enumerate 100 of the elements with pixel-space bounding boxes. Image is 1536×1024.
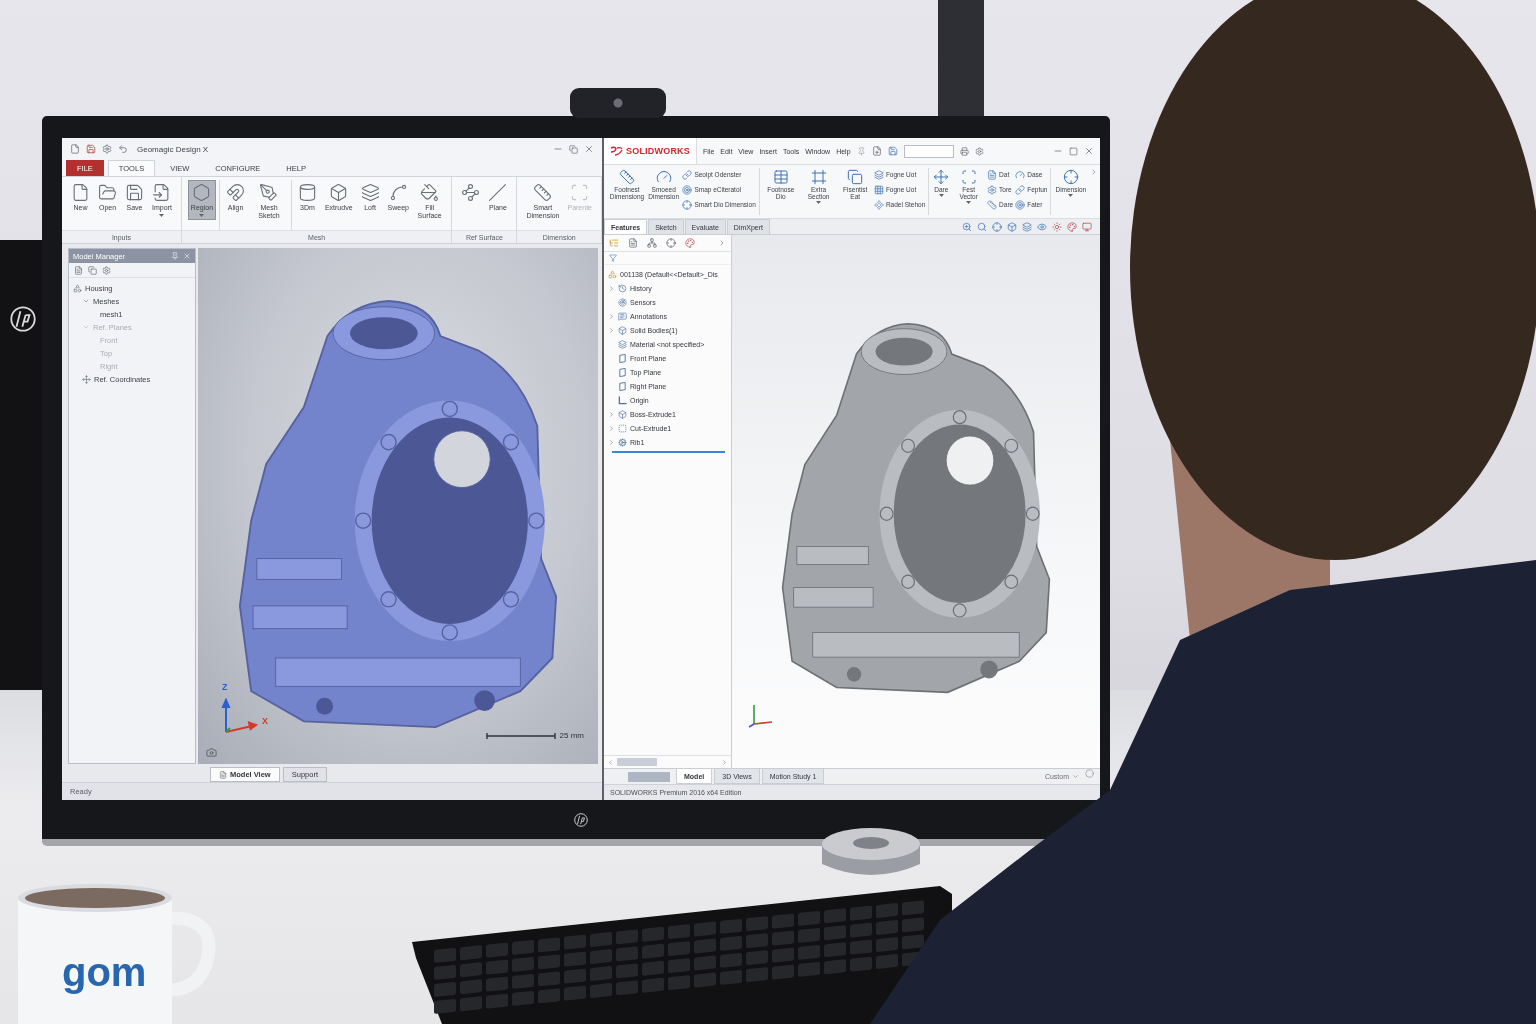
- copy-icon: [847, 169, 864, 185]
- monitor-icon[interactable]: [1082, 221, 1092, 232]
- folder-icon: [98, 183, 117, 202]
- search-field[interactable]: [903, 144, 954, 158]
- component-icon: [873, 199, 884, 210]
- axis-triad-icon: [220, 698, 260, 734]
- cube-icon: [329, 183, 349, 202]
- new-document-icon[interactable]: [871, 146, 882, 156]
- pin-icon[interactable]: [856, 146, 866, 156]
- logo-icon: [610, 146, 623, 156]
- chevron-right-icon[interactable]: [721, 758, 728, 766]
- cube-icon[interactable]: [1007, 221, 1017, 232]
- target-icon: [682, 184, 693, 195]
- crosshair-icon: [682, 199, 693, 210]
- frame-corners-icon: [570, 183, 590, 202]
- crosshair-icon: [1062, 169, 1079, 185]
- logo-icon: [574, 812, 588, 827]
- palette-icon[interactable]: [1067, 221, 1077, 232]
- layers-icon: [360, 183, 380, 202]
- logo-icon: [10, 306, 36, 332]
- eye-icon[interactable]: [1037, 221, 1047, 232]
- sun-icon[interactable]: [1052, 221, 1062, 232]
- gauge-icon: [1015, 169, 1026, 180]
- restore-icon[interactable]: [569, 144, 578, 154]
- target-icon: [1015, 199, 1026, 210]
- settings-icon[interactable]: [974, 146, 984, 156]
- document-icon: [987, 169, 998, 180]
- layers-icon[interactable]: [1022, 221, 1032, 232]
- chevron-left-icon[interactable]: [607, 758, 614, 766]
- network-icon[interactable]: [647, 238, 657, 248]
- tree-list-icon[interactable]: [609, 238, 619, 248]
- filter-icon[interactable]: [609, 254, 617, 262]
- save-icon: [125, 183, 144, 202]
- radar-icon: [618, 297, 627, 307]
- scrollbar-thumb[interactable]: [628, 772, 670, 782]
- expand-icon[interactable]: [82, 297, 90, 305]
- shapes-icon: [73, 283, 82, 293]
- printer-icon[interactable]: [959, 146, 969, 156]
- message-icon: [618, 311, 627, 321]
- layers-icon: [618, 339, 627, 349]
- magnet-icon: [226, 183, 246, 202]
- scale-bar-icon: [485, 732, 556, 739]
- paint-bucket-icon: [420, 183, 440, 202]
- camera-icon[interactable]: [206, 747, 217, 758]
- search-icon[interactable]: [977, 221, 987, 232]
- move-arrows-icon: [82, 374, 91, 384]
- axis-triad-icon: [748, 702, 774, 728]
- pen-tool-icon: [259, 183, 279, 202]
- gauge-icon: [655, 169, 672, 185]
- settings-icon: [987, 184, 998, 195]
- history-icon: [618, 283, 627, 293]
- copy-icon[interactable]: [88, 265, 97, 275]
- chevron-right-icon[interactable]: [1090, 168, 1098, 176]
- expand-icon[interactable]: [82, 323, 90, 331]
- scale-label: 25 mm: [559, 731, 584, 740]
- zoom-in-icon[interactable]: [962, 221, 972, 232]
- axis-label: X: [262, 716, 268, 726]
- nodes-icon: [461, 183, 481, 202]
- gear-icon[interactable]: [102, 144, 112, 154]
- maximize-icon[interactable]: [1069, 146, 1078, 156]
- gear-icon: [618, 437, 627, 447]
- scan-icon: [960, 169, 977, 185]
- pin-icon[interactable]: [171, 252, 179, 260]
- document-icon: [71, 183, 90, 202]
- crosshair-icon[interactable]: [992, 221, 1002, 232]
- document-icon: [219, 770, 227, 779]
- cylinder-icon: [297, 183, 317, 202]
- cube-icon: [618, 325, 627, 335]
- ruler-icon: [619, 169, 635, 185]
- grid-icon: [873, 184, 884, 195]
- origin-icon: [618, 395, 627, 405]
- close-icon[interactable]: [1084, 146, 1094, 156]
- line-icon: [488, 183, 508, 202]
- undo-icon[interactable]: [118, 144, 128, 154]
- save-icon[interactable]: [887, 146, 898, 156]
- cube-icon: [618, 409, 627, 419]
- close-icon[interactable]: [183, 252, 191, 260]
- window-title: Geomagic Design X: [137, 144, 209, 154]
- document-icon[interactable]: [74, 265, 83, 275]
- crosshair-icon[interactable]: [666, 238, 676, 248]
- caret-icon: [1072, 773, 1079, 780]
- mug-logo: gom: [62, 952, 147, 992]
- close-icon[interactable]: [584, 144, 594, 154]
- frame-icon: [810, 169, 827, 185]
- gear-icon[interactable]: [102, 265, 111, 275]
- move-arrows-icon: [933, 169, 950, 185]
- save-icon[interactable]: [86, 144, 96, 154]
- dashed-square-icon: [618, 423, 627, 433]
- hexagon-icon: [192, 183, 212, 202]
- document-icon[interactable]: [628, 238, 638, 248]
- shapes-icon: [608, 269, 617, 279]
- circle-icon[interactable]: [1085, 769, 1094, 778]
- palette-icon[interactable]: [685, 238, 695, 248]
- chevron-right-icon[interactable]: [718, 239, 726, 247]
- document-icon[interactable]: [70, 144, 80, 154]
- curve-icon: [388, 183, 408, 202]
- brand-name: SOLIDWORKS: [626, 146, 690, 156]
- table-icon: [772, 169, 789, 185]
- layers-icon: [873, 169, 884, 180]
- scrollbar-thumb[interactable]: [617, 758, 657, 766]
